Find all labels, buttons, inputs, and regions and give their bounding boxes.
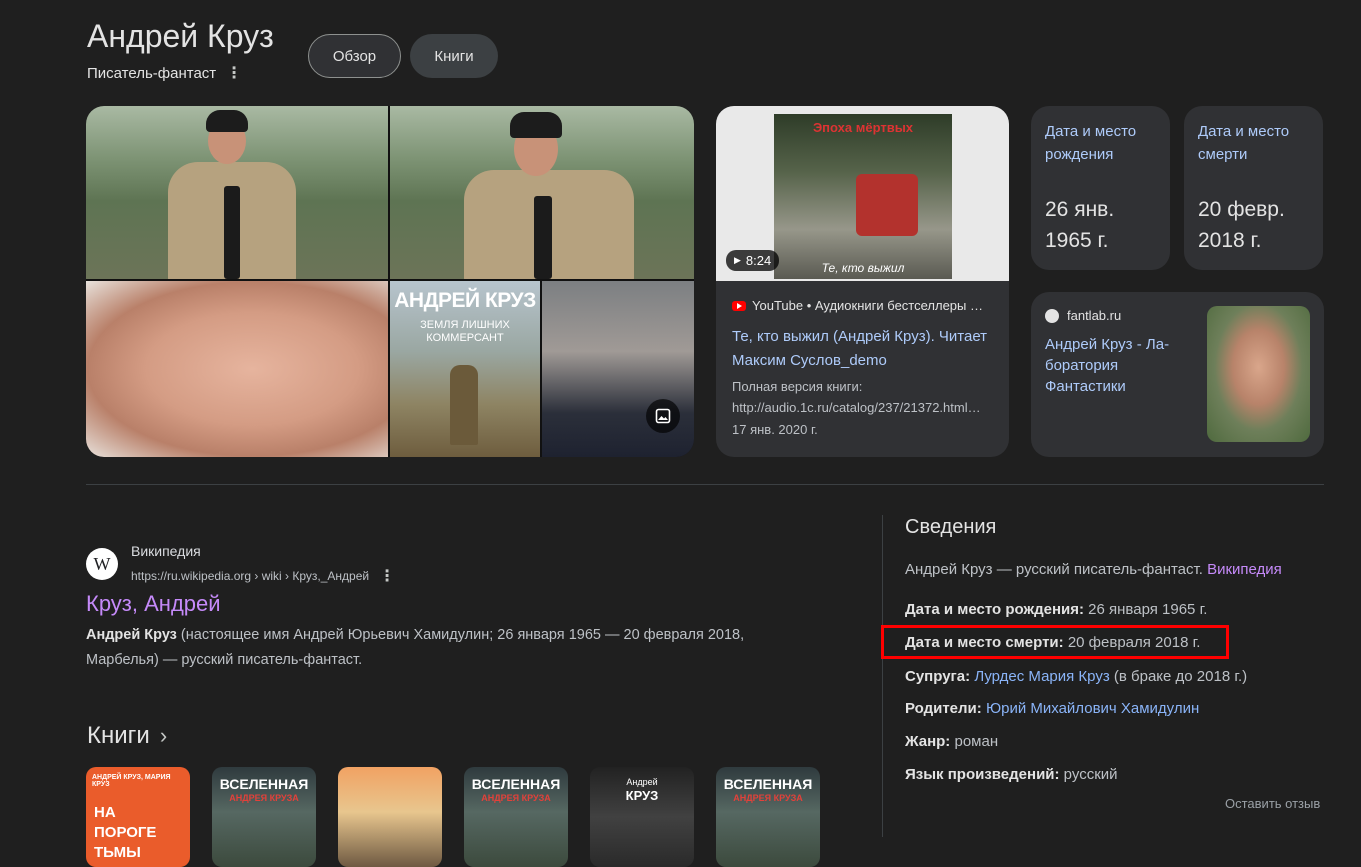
spouse-link[interactable]: Лурдес Мария Круз bbox=[974, 668, 1109, 685]
parent-link[interactable]: Юрий Михайлович Хамидулин bbox=[986, 700, 1199, 717]
info-row-birth: Дата и место рождения: 26 января 1965 г. bbox=[905, 601, 1208, 618]
photo-tile-2[interactable] bbox=[390, 106, 694, 279]
book-card[interactable]: ВСЕЛЕННАЯ АНДРЕЯ КРУЗА bbox=[716, 767, 820, 867]
photo-tile-3[interactable] bbox=[86, 281, 388, 457]
highlight-box bbox=[881, 625, 1229, 659]
result-more-icon[interactable]: ⋮ bbox=[379, 566, 395, 586]
video-date: 17 янв. 2020 г. bbox=[732, 422, 818, 437]
cover-title: АНДРЕЙ КРУЗ bbox=[394, 289, 536, 312]
youtube-icon bbox=[732, 300, 746, 311]
fantlab-card[interactable]: fantlab.ru Андрей Круз - Ла-боратория Фа… bbox=[1031, 292, 1324, 457]
video-title-link[interactable]: Те, кто выжил (Андрей Круз). Читает Макс… bbox=[732, 325, 994, 373]
cover-subtitle-2: КОММЕРСАНТ bbox=[426, 332, 504, 344]
photo-tile-5[interactable] bbox=[542, 281, 694, 457]
book-card[interactable] bbox=[338, 767, 442, 867]
panel-divider bbox=[882, 515, 883, 837]
more-options-icon[interactable]: ⋮ bbox=[226, 63, 242, 83]
fact-card-death[interactable]: Дата и место смерти 20 февр. 2018 г. bbox=[1184, 106, 1323, 270]
wikipedia-link[interactable]: Википедия bbox=[1207, 561, 1282, 578]
fact-value: 20 февр. 2018 г. bbox=[1198, 198, 1285, 252]
book-card[interactable]: АНДРЕЙ КРУЗ, МАРИЯ КРУЗ НА ПОРОГЕ ТЬМЫ bbox=[86, 767, 190, 867]
fact-label: Дата и место смерти bbox=[1198, 123, 1290, 163]
book-card[interactable]: ВСЕЛЕННАЯ АНДРЕЯ КРУЗА bbox=[212, 767, 316, 867]
fantlab-photo bbox=[1207, 306, 1310, 442]
book-card[interactable]: Андрей КРУЗ bbox=[590, 767, 694, 867]
subtitle: Писатель-фантаст ⋮ bbox=[87, 63, 242, 83]
image-gallery[interactable]: АНДРЕЙ КРУЗ ЗЕМЛЯ ЛИШНИХ КОММЕРСАНТ bbox=[86, 106, 694, 457]
site-favicon-icon bbox=[1045, 308, 1059, 323]
book-cover-tile[interactable]: АНДРЕЙ КРУЗ ЗЕМЛЯ ЛИШНИХ КОММЕРСАНТ bbox=[390, 281, 540, 457]
books-section-heading[interactable]: Книги › bbox=[87, 722, 167, 750]
result-snippet: Андрей Круз (настоящее имя Андрей Юрьеви… bbox=[86, 627, 745, 668]
result-url: https://ru.wikipedia.org › wiki › Круз,_… bbox=[131, 566, 396, 586]
video-source: YouTube • Аудиокниги бестселлеры … bbox=[732, 298, 996, 313]
play-icon: ▶ bbox=[734, 255, 741, 265]
image-icon[interactable] bbox=[646, 399, 680, 433]
subtitle-text: Писатель-фантаст bbox=[87, 64, 217, 82]
video-description: Полная версия книги: http://audio.1c.ru/… bbox=[732, 379, 981, 415]
fact-card-birth[interactable]: Дата и место рождения 26 янв. 1965 г. bbox=[1031, 106, 1170, 270]
video-thumbnail[interactable]: Эпоха мёртвых Те, кто выжил ▶ 8:24 bbox=[716, 106, 1009, 281]
photo-tile-1[interactable] bbox=[86, 106, 388, 279]
result-title-link[interactable]: Круз, Андрей bbox=[86, 591, 221, 617]
info-row-genre: Жанр: роман bbox=[905, 733, 999, 750]
feedback-link[interactable]: Оставить отзыв bbox=[1225, 796, 1320, 811]
fact-label: Дата и место рождения bbox=[1045, 123, 1137, 163]
video-duration: ▶ 8:24 bbox=[726, 250, 780, 271]
tab-books[interactable]: Книги bbox=[410, 34, 498, 78]
chevron-right-icon: › bbox=[159, 723, 168, 748]
fantlab-source: fantlab.ru bbox=[1045, 308, 1121, 323]
result-site-name: Википедия bbox=[131, 543, 201, 559]
thumb-caption: Те, кто выжил bbox=[821, 261, 905, 275]
info-row-spouse: Супруга: Лурдес Мария Круз (в браке до 2… bbox=[905, 668, 1248, 685]
info-row-parents: Родители: Юрий Михайлович Хамидулин bbox=[905, 700, 1200, 717]
info-heading: Сведения bbox=[905, 516, 997, 538]
page-title: Андрей Круз bbox=[87, 18, 274, 54]
thumb-title: Эпоха мёртвых bbox=[812, 120, 914, 135]
info-row-language: Язык произведений: русский bbox=[905, 766, 1118, 783]
wikipedia-icon: W bbox=[86, 548, 118, 580]
book-card[interactable]: ВСЕЛЕННАЯ АНДРЕЯ КРУЗА bbox=[464, 767, 568, 867]
cover-subtitle: ЗЕМЛЯ ЛИШНИХ bbox=[420, 319, 510, 331]
fact-value: 26 янв. 1965 г. bbox=[1045, 198, 1115, 252]
tab-overview[interactable]: Обзор bbox=[308, 34, 401, 78]
video-card[interactable]: Эпоха мёртвых Те, кто выжил ▶ 8:24 YouTu… bbox=[716, 106, 1009, 457]
fantlab-title[interactable]: Андрей Круз - Ла-боратория Фантастики bbox=[1045, 334, 1195, 397]
info-description: Андрей Круз — русский писатель-фантаст. … bbox=[905, 561, 1282, 578]
section-divider bbox=[86, 484, 1324, 485]
